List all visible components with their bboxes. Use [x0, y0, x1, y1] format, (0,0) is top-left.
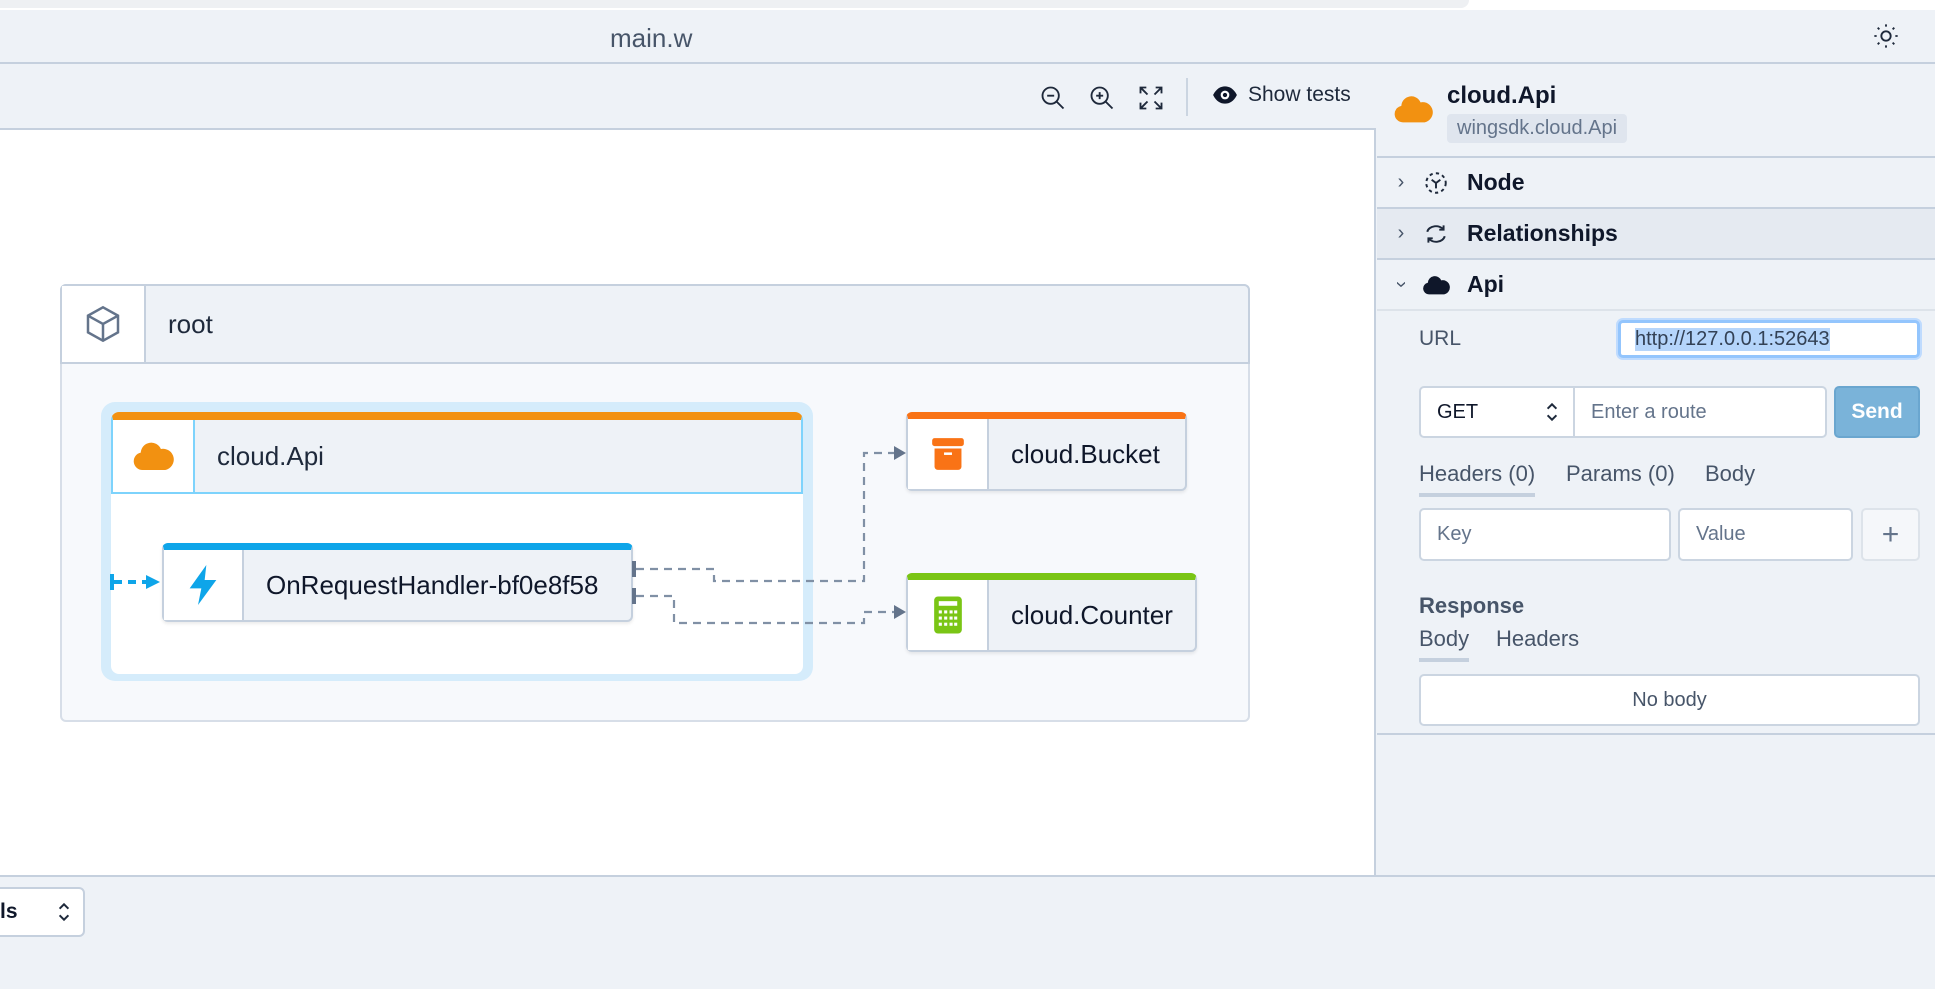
fit-view-icon[interactable]	[1137, 84, 1165, 112]
tab-params[interactable]: Params (0)	[1566, 461, 1675, 493]
bottom-select-value: ls	[0, 900, 18, 923]
inspector-title: cloud.Api	[1447, 82, 1557, 109]
add-header-button[interactable]: +	[1861, 508, 1920, 561]
node-icon	[1421, 170, 1451, 196]
cloud-icon	[1394, 96, 1433, 123]
bottom-bar: ls	[0, 875, 1935, 989]
edge-port	[632, 561, 636, 577]
edge-port	[632, 588, 636, 604]
route-input[interactable]: Enter a route	[1573, 386, 1827, 438]
inspector-panel: cloud.Api wingsdk.cloud.Api › Node › Rel…	[1377, 64, 1935, 875]
inspector-type-badge: wingsdk.cloud.Api	[1447, 114, 1628, 143]
zoom-out-icon[interactable]	[1039, 84, 1067, 112]
cloud-icon	[1421, 272, 1451, 298]
header-value-input[interactable]: Value	[1678, 508, 1853, 561]
chevron-right-icon: ›	[1397, 171, 1405, 193]
sun-icon[interactable]	[1872, 22, 1900, 50]
incoming-edge	[110, 574, 160, 590]
url-field[interactable]: http://127.0.0.1:52643	[1618, 320, 1920, 358]
browser-tab-area	[0, 0, 1469, 8]
diagram-canvas[interactable]: root cloud.Api OnRequestHandler-bf0e8f58…	[0, 130, 1376, 875]
edge-handler-counter	[636, 594, 896, 625]
zoom-in-icon[interactable]	[1088, 84, 1116, 112]
show-tests-button[interactable]: Show tests	[1212, 82, 1351, 108]
chevron-down-icon: ›	[1390, 281, 1413, 288]
bottom-select[interactable]: ls	[0, 887, 85, 937]
response-body: No body	[1419, 674, 1920, 726]
chevron-updown-icon	[1546, 402, 1558, 422]
chevron-updown-icon	[58, 902, 70, 922]
section-node[interactable]: › Node	[1377, 158, 1935, 209]
toolbar-divider	[1186, 78, 1188, 116]
method-select[interactable]: GET	[1419, 386, 1575, 438]
api-section-body: URL http://127.0.0.1:52643 GET Enter a r…	[1377, 311, 1935, 735]
section-relationships-label: Relationships	[1467, 220, 1618, 246]
chevron-right-icon: ›	[1397, 222, 1405, 244]
url-label: URL	[1419, 327, 1462, 350]
section-node-label: Node	[1467, 169, 1525, 195]
edge-handler-bucket	[636, 451, 896, 583]
tab-headers[interactable]: Headers (0)	[1419, 461, 1536, 497]
section-relationships[interactable]: › Relationships	[1377, 209, 1935, 260]
show-tests-label: Show tests	[1248, 83, 1351, 106]
relationships-icon	[1421, 221, 1451, 247]
title-bar: main.w	[0, 10, 1935, 64]
eye-icon	[1213, 86, 1237, 104]
diagram-toolbar: Show tests	[0, 64, 1376, 130]
send-button[interactable]: Send	[1834, 386, 1920, 438]
response-heading: Response	[1419, 593, 1525, 618]
edges-layer	[110, 446, 906, 625]
section-api-label: Api	[1467, 271, 1505, 297]
method-value: GET	[1437, 400, 1479, 423]
tab-response-body[interactable]: Body	[1419, 626, 1470, 662]
header-key-input[interactable]: Key	[1419, 508, 1671, 561]
url-value: http://127.0.0.1:52643	[1635, 327, 1830, 351]
section-api[interactable]: › Api	[1377, 260, 1935, 311]
arrow-head	[894, 446, 906, 460]
tab-body[interactable]: Body	[1705, 461, 1755, 493]
window-title: main.w	[610, 23, 693, 53]
inspector-header: cloud.Api wingsdk.cloud.Api	[1377, 64, 1935, 158]
arrow-head	[894, 605, 906, 619]
browser-strip	[0, 0, 1935, 10]
tab-response-headers[interactable]: Headers	[1496, 626, 1579, 658]
